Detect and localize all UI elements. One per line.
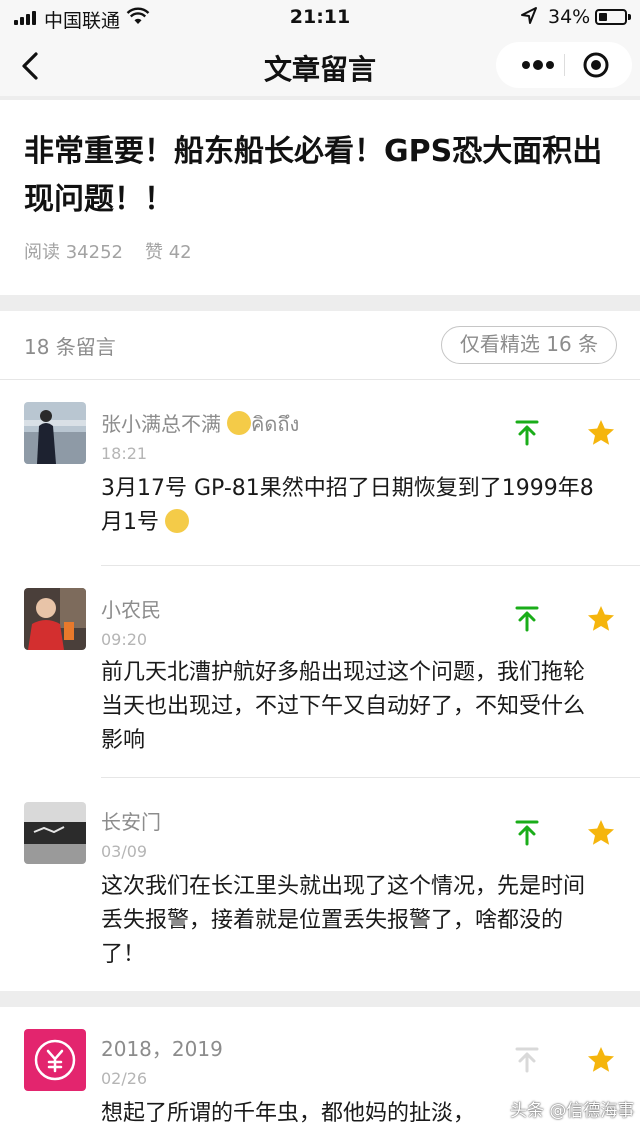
comment-count: 18 条留言: [24, 335, 116, 359]
battery-percent: 34%: [548, 6, 591, 28]
location-arrow-icon: [520, 6, 538, 31]
clock: 21:11: [289, 6, 351, 28]
comment-item: 2018，2019 02/26 想起了所谓的千年虫，都他妈的扯淡，: [0, 1027, 640, 1138]
party-emoji-icon: [227, 411, 251, 435]
comments-section: 18 条留言 仅看精选 16 条 张小满总不满 คิดถึง 18:21 3月17…: [0, 311, 640, 991]
featured-star-icon[interactable]: [586, 418, 616, 448]
comment-time: 18:21: [101, 444, 148, 463]
pin-top-icon[interactable]: [512, 1045, 542, 1075]
comment-text: 这次我们在长江里头就出现了这个情况，先是时间丢失报警，接着就是位置丢失报警了，啥…: [101, 874, 586, 967]
comment-text: 3月17号 GP-81果然中招了日期恢复到了1999年8月1号: [101, 476, 594, 535]
pin-top-icon[interactable]: [512, 418, 542, 448]
smile-emoji-icon: [165, 509, 189, 533]
featured-star-icon[interactable]: [586, 604, 616, 634]
avatar[interactable]: [24, 588, 86, 650]
comment-nickname: 2018，2019: [101, 1037, 223, 1061]
avatar[interactable]: [24, 402, 86, 464]
read-count: 阅读 34252: [24, 242, 123, 263]
target-close-icon: [583, 52, 609, 78]
like-count: 赞 42: [144, 242, 192, 263]
comment-time: 09:20: [101, 630, 148, 649]
article-header: 非常重要！船东船长必看！GPS恐大面积出现问题！！ 阅读 34252 赞 42: [0, 100, 640, 295]
article-title: 非常重要！船东船长必看！GPS恐大面积出现问题！！: [24, 134, 603, 217]
watermark: 头条 @信德海事: [510, 1101, 635, 1121]
comment-item: 小农民 09:20 前几天北漕护航好多船出现过这个问题，我们拖轮当天也出现过，不…: [0, 586, 640, 786]
pin-top-icon[interactable]: [512, 818, 542, 848]
comment-nickname: 张小满总不满 คิดถึง: [101, 411, 300, 436]
featured-filter-button[interactable]: 仅看精选 16 条: [441, 326, 617, 364]
battery-icon: [595, 9, 631, 25]
nav-bar: 文章留言: [0, 36, 640, 96]
featured-star-icon[interactable]: [586, 1045, 616, 1075]
comment-time: 02/26: [101, 1069, 148, 1088]
avatar[interactable]: [24, 802, 86, 864]
comment-item: 长安门 03/09 这次我们在长江里头就出现了这个情况，先是时间丢失报警，接着就…: [0, 800, 640, 990]
pin-top-icon[interactable]: [512, 604, 542, 634]
status-bar: 中国联通 21:11 34%: [0, 0, 640, 36]
more-dots-icon: [522, 60, 554, 70]
avatar[interactable]: [24, 1029, 86, 1091]
featured-star-icon[interactable]: [586, 818, 616, 848]
comment-nickname: 小农民: [101, 598, 161, 622]
mini-program-capsule: [496, 42, 632, 88]
comment-text: 前几天北漕护航好多船出现过这个问题，我们拖轮当天也出现过，不过下午又自动好了，不…: [101, 660, 586, 753]
close-miniprogram-button[interactable]: [576, 42, 622, 88]
more-button[interactable]: [508, 42, 564, 88]
comment-time: 03/09: [101, 842, 148, 861]
comment-nickname: 长安门: [101, 810, 161, 834]
comment-item: 张小满总不满 คิดถึง 18:21 3月17号 GP-81果然中招了日期恢复到…: [0, 400, 640, 570]
article-meta: 阅读 34252 赞 42: [24, 238, 192, 264]
